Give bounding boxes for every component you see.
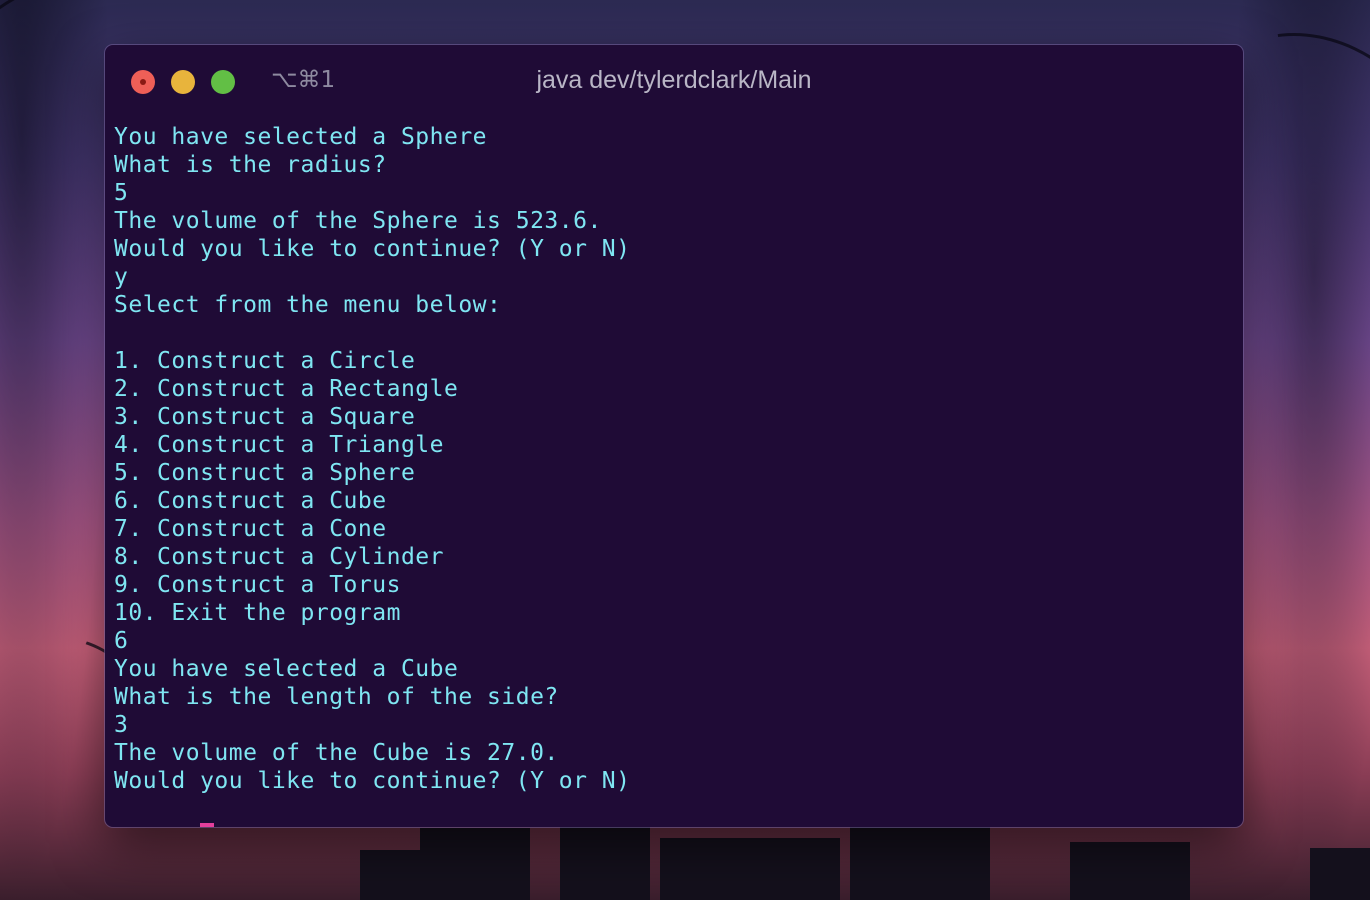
menu-item: 3. Construct a Square [114, 404, 416, 430]
terminal-line: 5 [114, 180, 129, 206]
terminal-line: Would you like to continue? (Y or N) [114, 768, 631, 794]
prompt-line[interactable] [114, 795, 1233, 827]
menu-item: 9. Construct a Torus [114, 572, 401, 598]
menu-item: 5. Construct a Sphere [114, 460, 416, 486]
terminal-line: You have selected a Sphere [114, 124, 488, 150]
title-bar[interactable]: ⌥⌘1 java dev/tylerdclark/Main [105, 45, 1243, 119]
terminal-line: What is the radius? [114, 152, 387, 178]
menu-item: 2. Construct a Rectangle [114, 376, 459, 402]
terminal-line: y [114, 264, 129, 290]
terminal-line: The volume of the Cube is 27.0. [114, 740, 559, 766]
terminal-line: 3 [114, 712, 129, 738]
terminal-line: You have selected a Cube [114, 656, 459, 682]
menu-item: 7. Construct a Cone [114, 516, 387, 542]
menu-item: 1. Construct a Circle [114, 348, 416, 374]
menu-item: 6. Construct a Cube [114, 488, 387, 514]
terminal-output[interactable]: You have selected a Sphere What is the r… [114, 123, 1233, 827]
terminal-line: The volume of the Sphere is 523.6. [114, 208, 602, 234]
terminal-line: What is the length of the side? [114, 684, 559, 710]
text-cursor [200, 823, 215, 827]
menu-item: 10. Exit the program [114, 600, 401, 626]
menu-item: 8. Construct a Cylinder [114, 544, 444, 570]
terminal-line: Select from the menu below: [114, 292, 502, 318]
window-title: java dev/tylerdclark/Main [536, 66, 812, 94]
terminal-line: 6 [114, 628, 129, 654]
terminal-window[interactable]: ⌥⌘1 java dev/tylerdclark/Main You have s… [105, 45, 1243, 827]
terminal-line: Would you like to continue? (Y or N) [114, 236, 631, 262]
menu-item: 4. Construct a Triangle [114, 432, 444, 458]
